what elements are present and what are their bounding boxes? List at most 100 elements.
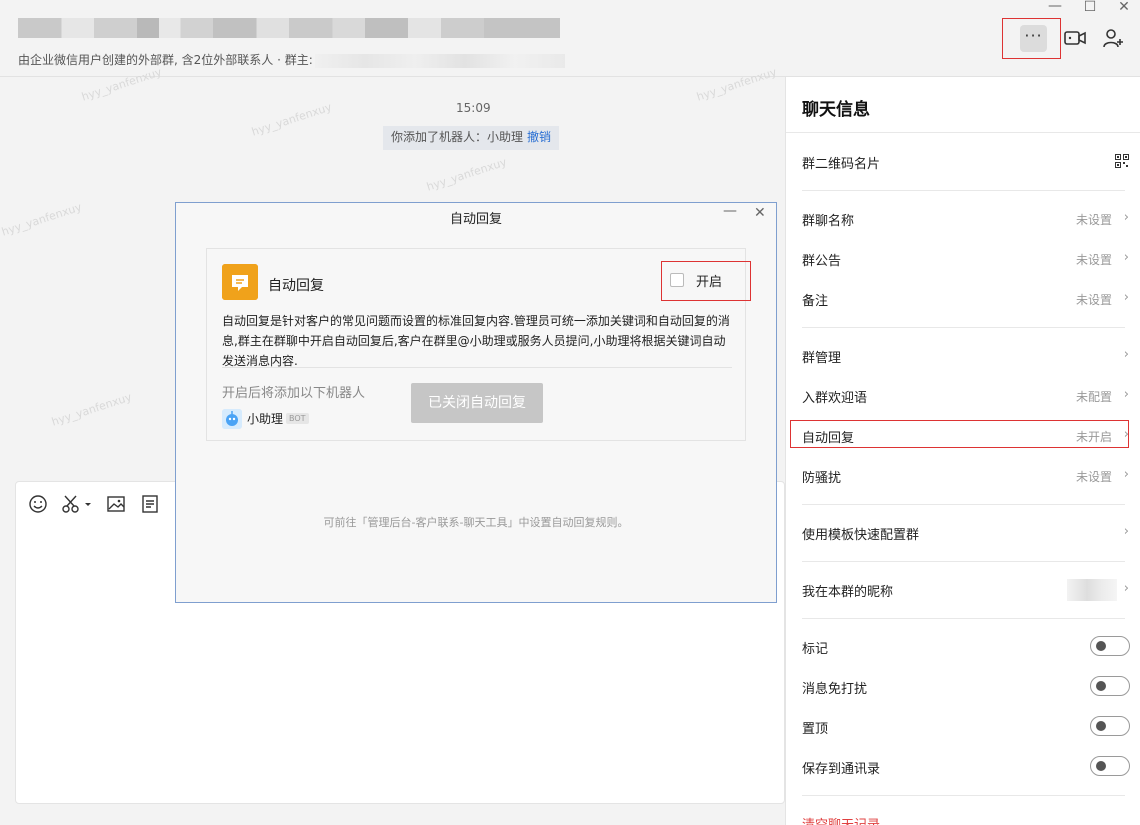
row-label: 备注 [802,294,829,309]
mute-switch[interactable] [1090,676,1130,696]
system-message-text: 你添加了机器人：小助理 [391,130,524,144]
chevron-right-icon: › [1123,581,1129,596]
video-call-icon[interactable] [1063,26,1087,50]
divider [802,618,1125,619]
chevron-right-icon: › [1123,210,1129,225]
watermark: hyy_yanfenxuy [0,200,84,239]
more-icon[interactable]: ··· [1020,25,1047,52]
switch-knob [1096,681,1106,691]
row-my-nickname[interactable]: 我在本群的昵称 › [786,570,1140,610]
enable-checkbox[interactable] [670,273,684,287]
row-label: 入群欢迎语 [802,391,868,406]
row-label: 群聊名称 [802,214,855,229]
bot-name: 小助理 [247,412,284,426]
divider [802,561,1125,562]
row-label: 使用模板快速配置群 [802,528,920,543]
enable-label[interactable]: 开启 [696,271,722,290]
message-time: 15:09 [456,101,491,115]
row-label: 置顶 [802,722,829,737]
card-title: 自动回复 [268,278,324,294]
dialog-close-button[interactable]: ✕ [754,205,766,221]
divider [802,327,1125,328]
divider [802,795,1125,796]
row-label: 标记 [802,642,829,657]
chevron-down-icon[interactable] [83,494,93,514]
pin-switch[interactable] [1090,716,1130,736]
emoji-icon[interactable] [28,494,48,514]
row-group-name[interactable]: 群聊名称 未设置 › [786,199,1140,239]
chat-info-panel: 聊天信息 群二维码名片 群聊名称 未设置 › 群公告 未设置 › 备注 未设置 … [785,77,1140,825]
row-mark: 标记 [786,627,1140,667]
auto-reply-dialog: 自动回复 — ✕ 自动回复 开启 自动回复是针对客户的常见问题而设置的标准回复内… [175,202,777,603]
chevron-right-icon: › [1123,467,1129,482]
row-auto-reply[interactable]: 自动回复 未开启 › [786,416,1140,456]
dialog-minimize-button[interactable]: — [723,203,737,219]
row-value: 未设置 [1075,253,1112,267]
save-contacts-switch[interactable] [1090,756,1130,776]
row-label: 群管理 [802,351,842,366]
row-value: 未配置 [1075,390,1112,404]
chat-header: 由企业微信用户创建的外部群, 含2位外部联系人 · 群主: — ☐ ✕ ··· [0,0,1140,77]
row-welcome-message[interactable]: 入群欢迎语 未配置 › [786,376,1140,416]
chevron-right-icon: › [1123,427,1129,442]
chevron-right-icon: › [1123,387,1129,402]
more-button-highlight: ··· [1002,18,1061,59]
switch-knob [1096,721,1106,731]
row-pin: 置顶 [786,707,1140,747]
row-group-qr[interactable]: 群二维码名片 [786,142,1140,182]
nickname-redacted [1067,579,1117,601]
image-icon[interactable] [106,494,126,514]
card-divider [222,367,732,368]
minimize-button[interactable]: — [1045,0,1065,14]
system-message: 你添加了机器人：小助理 撤销 [383,126,560,150]
watermark: hyy_yanfenxuy [250,100,334,139]
bot-hint: 开启后将添加以下机器人 [222,386,366,401]
row-group-manage[interactable]: 群管理 › [786,336,1140,376]
app-window: 由企业微信用户创建的外部群, 含2位外部联系人 · 群主: — ☐ ✕ ··· … [0,0,1140,825]
document-icon[interactable] [140,494,160,514]
bot-tag: BOT [286,413,309,424]
mark-switch[interactable] [1090,636,1130,656]
row-value: 未开启 [1075,430,1112,444]
dialog-footer-hint: 可前往「管理后台-客户联系-聊天工具」中设置自动回复规则。 [323,516,629,529]
maximize-button[interactable]: ☐ [1080,0,1100,15]
auto-reply-closed-button[interactable]: 已关闭自动回复 [411,383,543,423]
row-value: 未设置 [1075,470,1112,484]
row-label: 消息免打扰 [802,682,868,697]
add-member-icon[interactable] [1101,26,1125,50]
clear-history-button[interactable]: 清空聊天记录 [802,814,880,825]
watermark: hyy_yanfenxuy [50,390,134,429]
row-value: 未设置 [1075,213,1112,227]
divider [786,132,1140,133]
row-anti-harassment[interactable]: 防骚扰 未设置 › [786,456,1140,496]
watermark: hyy_yanfenxuy [425,155,509,194]
panel-title: 聊天信息 [802,100,870,120]
scissors-icon[interactable] [61,494,81,514]
group-owner-redacted [314,53,565,68]
row-label: 自动回复 [802,431,855,446]
row-template-config[interactable]: 使用模板快速配置群 › [786,513,1140,553]
switch-knob [1096,641,1106,651]
auto-reply-description: 自动回复是针对客户的常见问题而设置的标准回复内容.管理员可统一添加关键词和自动回… [222,314,730,368]
row-label: 保存到通讯录 [802,762,881,777]
close-window-button[interactable]: ✕ [1114,0,1134,15]
row-label: 防骚扰 [802,471,842,486]
row-value: 未设置 [1075,293,1112,307]
row-group-notice[interactable]: 群公告 未设置 › [786,239,1140,279]
divider [802,504,1125,505]
qr-code-icon [1115,154,1129,168]
chevron-right-icon: › [1123,250,1129,265]
bot-avatar-icon [222,409,242,429]
row-label: 群二维码名片 [802,157,881,172]
auto-reply-icon [222,264,258,300]
group-title-redacted [18,18,560,38]
undo-link[interactable]: 撤销 [527,130,551,144]
enable-toggle-highlight: 开启 [661,261,751,301]
row-save-contacts: 保存到通讯录 [786,747,1140,787]
divider [802,190,1125,191]
row-label: 群公告 [802,254,842,269]
row-label: 我在本群的昵称 [802,585,894,600]
row-mute: 消息免打扰 [786,667,1140,707]
row-remark[interactable]: 备注 未设置 › [786,279,1140,319]
group-subtitle-text: 由企业微信用户创建的外部群, 含2位外部联系人 · 群主: [18,53,313,67]
